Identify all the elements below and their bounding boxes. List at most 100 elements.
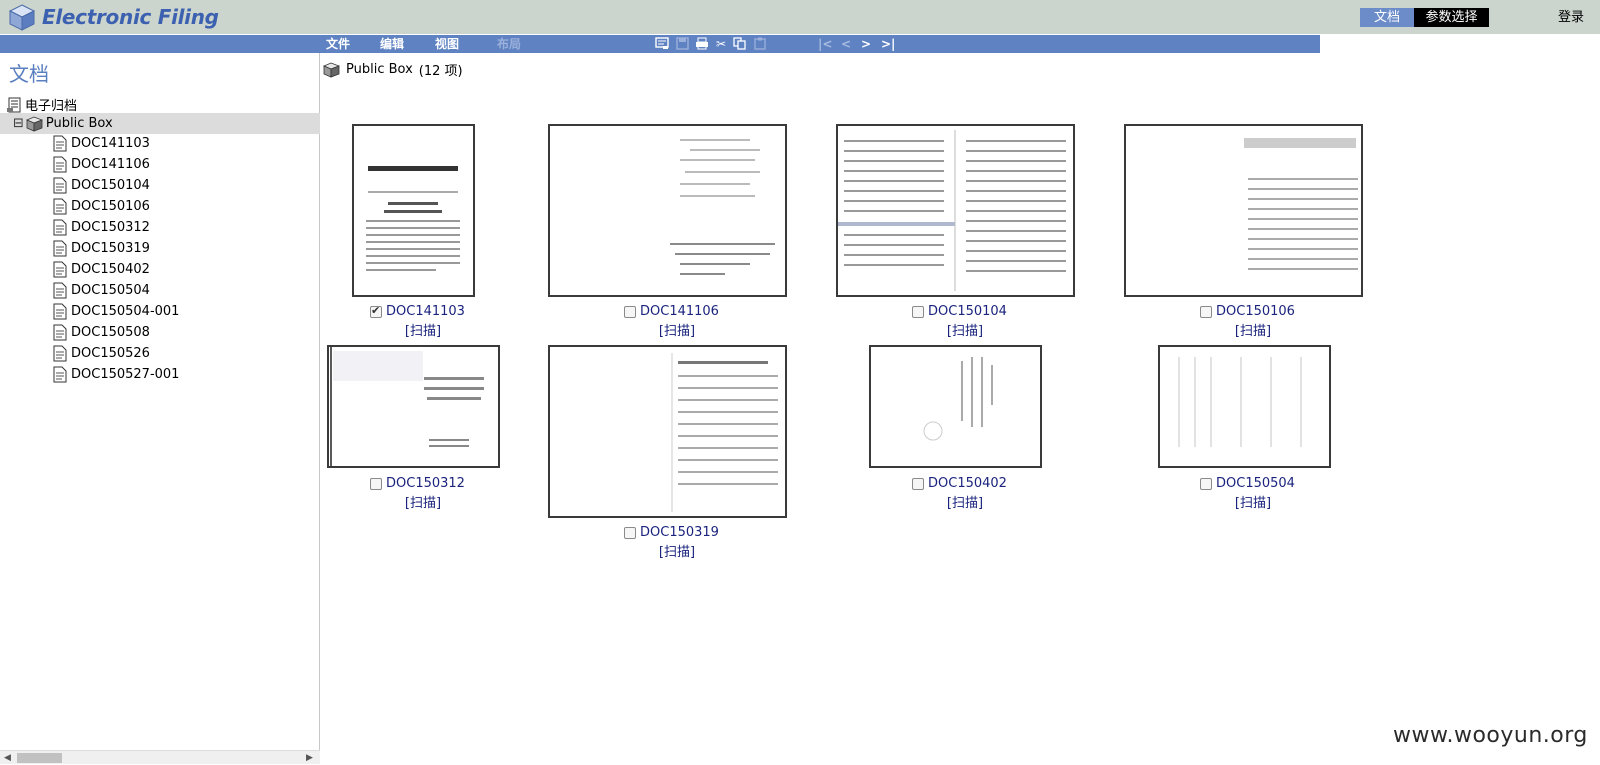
tree-doc-item[interactable]: DOC150319 bbox=[52, 240, 150, 257]
tree-doc-item[interactable]: DOC150504-001 bbox=[52, 303, 179, 320]
nav-first-button[interactable]: |< bbox=[818, 35, 832, 53]
document-thumbnail[interactable] bbox=[869, 345, 1042, 468]
breadcrumb-box-name: Public Box bbox=[346, 62, 413, 77]
horizontal-scrollbar[interactable]: ◀ ▶ bbox=[0, 750, 320, 764]
document-thumbnail[interactable] bbox=[836, 124, 1075, 297]
cut-icon[interactable]: ✂ bbox=[714, 37, 728, 51]
select-checkbox[interactable] bbox=[1200, 477, 1212, 490]
tree-doc-label: DOC150526 bbox=[71, 346, 150, 361]
tree-doc-item[interactable]: DOC150504 bbox=[52, 282, 150, 299]
select-checkbox[interactable] bbox=[370, 477, 382, 490]
collapse-toggle-icon[interactable]: ⊟ bbox=[13, 116, 24, 131]
tree-doc-item[interactable]: DOC150312 bbox=[52, 219, 150, 236]
nav-prev-button[interactable]: < bbox=[841, 35, 851, 53]
nav-last-button[interactable]: >| bbox=[881, 35, 895, 53]
copy-icon[interactable] bbox=[732, 37, 748, 51]
tree-doc-label: DOC150312 bbox=[71, 220, 150, 235]
nav-next-button[interactable]: > bbox=[861, 35, 871, 53]
select-checkbox[interactable] bbox=[624, 526, 636, 539]
select-checkbox[interactable] bbox=[370, 304, 382, 318]
page-preview bbox=[670, 139, 775, 275]
scan-link[interactable]: [扫描] bbox=[935, 320, 995, 339]
tree-doc-item[interactable]: DOC141103 bbox=[52, 135, 150, 152]
menu-view[interactable]: 视图 bbox=[435, 35, 459, 53]
document-thumbnail[interactable] bbox=[327, 345, 500, 468]
scan-link[interactable]: [扫描] bbox=[647, 320, 707, 339]
tab-parameters[interactable]: 参数选择 bbox=[1414, 8, 1489, 27]
tree-box-label: Public Box bbox=[45, 116, 113, 131]
document-tree-panel: 文档 电子归档 ⊟ Public Box DOC141103 DOC141106… bbox=[0, 53, 320, 764]
page-preview bbox=[330, 347, 484, 466]
page-preview bbox=[838, 130, 1066, 291]
tree-item-public-box[interactable]: ⊟ Public Box bbox=[0, 113, 320, 134]
tree-doc-item[interactable]: DOC150104 bbox=[52, 177, 150, 194]
app-logo[interactable]: Electronic Filing bbox=[8, 3, 219, 31]
select-checkbox[interactable] bbox=[1200, 305, 1212, 318]
tree-doc-item[interactable]: DOC150527-001 bbox=[52, 366, 179, 383]
box-icon bbox=[323, 62, 340, 78]
select-checkbox[interactable] bbox=[912, 305, 924, 318]
select-checkbox[interactable] bbox=[912, 477, 924, 490]
document-name-link[interactable]: DOC150312 bbox=[386, 476, 465, 491]
paste-icon[interactable] bbox=[752, 37, 768, 51]
menu-layout[interactable]: 布局 bbox=[497, 35, 521, 53]
document-name-link[interactable]: DOC150106 bbox=[1216, 304, 1295, 319]
app-header: Electronic Filing 文档 参数选择 登录 bbox=[0, 0, 1600, 34]
breadcrumb-item-count: (12 项) bbox=[418, 64, 463, 79]
scan-link[interactable]: [扫描] bbox=[1223, 492, 1283, 511]
document-icon bbox=[53, 303, 67, 320]
tree-doc-item[interactable]: DOC150526 bbox=[52, 345, 150, 362]
tree-doc-label: DOC150504 bbox=[71, 283, 150, 298]
tree-root-label: 电子归档 bbox=[25, 99, 78, 114]
select-checkbox[interactable] bbox=[624, 305, 636, 318]
page-preview bbox=[923, 357, 993, 441]
document-thumbnail[interactable] bbox=[352, 124, 475, 297]
document-icon bbox=[53, 177, 67, 194]
document-icon bbox=[53, 282, 67, 299]
tree-doc-item[interactable]: DOC150402 bbox=[52, 261, 150, 278]
document-icon bbox=[53, 345, 67, 362]
document-name-link[interactable]: DOC141103 bbox=[386, 304, 465, 319]
scrollbar-thumb[interactable] bbox=[17, 753, 62, 763]
menu-toolbar: 文件 编辑 视图 布局 ✂ |< < > >| bbox=[320, 35, 1320, 53]
tree-doc-label: DOC150504-001 bbox=[71, 304, 180, 319]
properties-icon[interactable] bbox=[654, 37, 670, 51]
document-icon bbox=[53, 156, 67, 173]
document-name-link[interactable]: DOC150402 bbox=[928, 476, 1007, 491]
print-icon[interactable] bbox=[694, 37, 710, 51]
tree-doc-item[interactable]: DOC141106 bbox=[52, 156, 150, 173]
sidebar-header-bar bbox=[0, 35, 320, 53]
tree-doc-label: DOC150402 bbox=[71, 262, 150, 277]
document-thumbnail[interactable] bbox=[1124, 124, 1363, 297]
scan-link[interactable]: [扫描] bbox=[1223, 320, 1283, 339]
document-thumbnail[interactable] bbox=[1158, 345, 1331, 468]
thumbnail-caption: DOC150504 bbox=[1200, 476, 1295, 491]
login-link[interactable]: 登录 bbox=[1558, 8, 1584, 27]
tree-doc-label: DOC141103 bbox=[71, 136, 150, 151]
watermark-text: www.wooyun.org bbox=[1393, 723, 1588, 748]
scan-link[interactable]: [扫描] bbox=[393, 320, 453, 339]
tab-documents[interactable]: 文档 bbox=[1360, 8, 1414, 27]
save-icon[interactable] bbox=[674, 37, 690, 51]
scan-link[interactable]: [扫描] bbox=[393, 492, 453, 511]
document-thumbnail[interactable] bbox=[548, 345, 787, 518]
scroll-right-arrow-icon[interactable]: ▶ bbox=[306, 751, 313, 765]
thumbnail-caption: DOC150312 bbox=[370, 476, 465, 491]
tree-root-item[interactable]: 电子归档 bbox=[7, 95, 77, 114]
document-icon bbox=[53, 198, 67, 215]
document-thumbnail[interactable] bbox=[548, 124, 787, 297]
tree-doc-item[interactable]: DOC150508 bbox=[52, 324, 150, 341]
menu-edit[interactable]: 编辑 bbox=[380, 35, 404, 53]
document-name-link[interactable]: DOC141106 bbox=[640, 304, 719, 319]
thumbnail-caption: DOC150106 bbox=[1200, 304, 1295, 319]
document-name-link[interactable]: DOC150504 bbox=[1216, 476, 1295, 491]
scan-link[interactable]: [扫描] bbox=[935, 492, 995, 511]
document-name-link[interactable]: DOC150104 bbox=[928, 304, 1007, 319]
tree-doc-item[interactable]: DOC150106 bbox=[52, 198, 150, 215]
menu-file[interactable]: 文件 bbox=[326, 35, 350, 53]
page-preview bbox=[671, 353, 778, 512]
scan-link[interactable]: [扫描] bbox=[647, 541, 707, 560]
document-name-link[interactable]: DOC150319 bbox=[640, 525, 719, 540]
tree-doc-label: DOC150104 bbox=[71, 178, 150, 193]
scroll-left-arrow-icon[interactable]: ◀ bbox=[4, 751, 11, 765]
